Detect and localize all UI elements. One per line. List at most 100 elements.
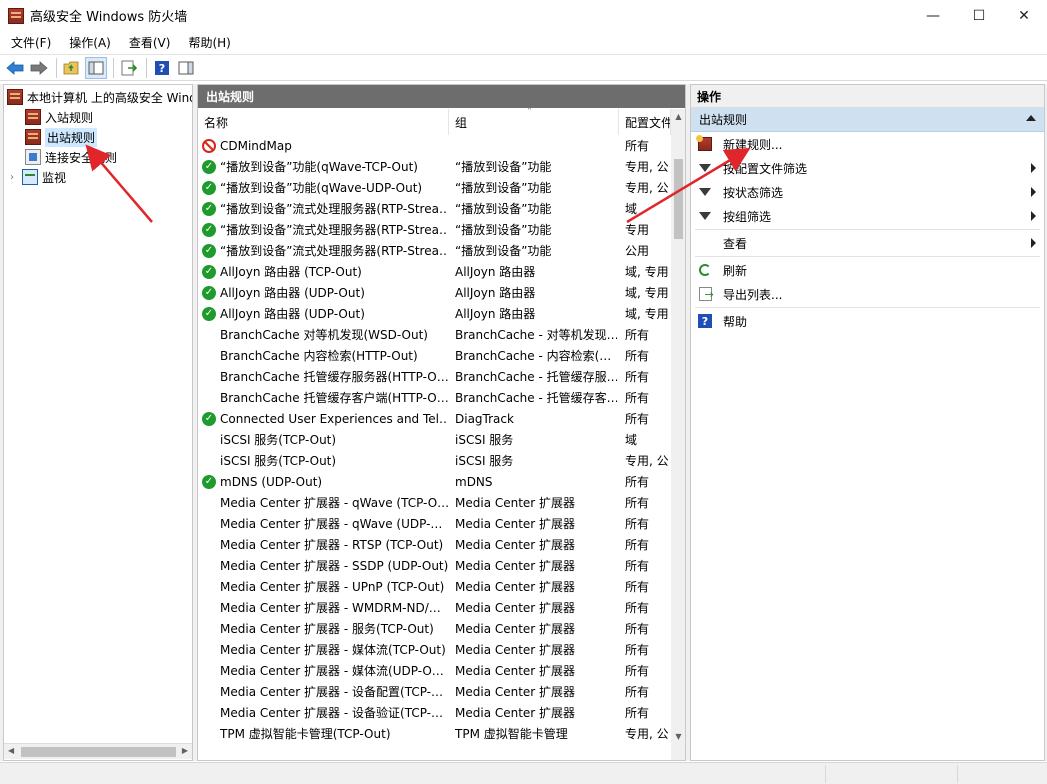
menu-action[interactable]: 操作(A) [58, 34, 118, 51]
action-item[interactable]: 导出列表... [691, 282, 1044, 306]
table-row[interactable]: Media Center 扩展器 - RTSP (TCP-Out) Media C… [198, 534, 670, 555]
tree-root[interactable]: 本地计算机 上的高级安全 Windows 防火墙 [7, 87, 192, 107]
show-hide-tree-icon[interactable] [85, 56, 107, 79]
rule-group: “播放到设备”功能 [455, 181, 552, 195]
table-row[interactable]: TPM 虚拟智能卡管理(TCP-Out) TPM 虚拟智能卡管理 专用, 公 [198, 723, 670, 744]
submenu-arrow-icon [1031, 238, 1036, 248]
disabled-rule-icon [202, 601, 216, 615]
export-icon[interactable] [118, 57, 140, 79]
table-row[interactable]: Media Center 扩展器 - 媒体流(UDP-O… Media Cente… [198, 660, 670, 681]
table-row[interactable]: ✓ “播放到设备”功能(qWave-UDP-Out) “播放到设备”功能 专用, 公 [198, 177, 670, 198]
table-row[interactable]: ✓ “播放到设备”流式处理服务器(RTP-Strea… “播放到设备”功能 专用 [198, 219, 670, 240]
action-item[interactable]: 刷新 [691, 258, 1044, 282]
table-row[interactable]: Media Center 扩展器 - SSDP (UDP-Out) Media C… [198, 555, 670, 576]
table-row[interactable]: ✓ Connected User Experiences and Tel… Diag… [198, 408, 670, 429]
action-pane-icon[interactable] [175, 57, 197, 79]
list-pane-title: 出站规则 [198, 85, 685, 108]
status-segment [957, 765, 1045, 783]
cell-name: ✓ “播放到设备”流式处理服务器(RTP-Strea… [202, 221, 448, 238]
table-row[interactable]: ✓ AllJoyn 路由器 (UDP-Out) AllJoyn 路由器 域, 专用 [198, 282, 670, 303]
rule-group: “播放到设备”功能 [455, 160, 552, 174]
rule-profile: 域, 专用 [625, 265, 669, 279]
rule-profile: 所有 [625, 706, 650, 720]
tree-item-inbound-rules[interactable]: 入站规则 [25, 107, 93, 127]
table-row[interactable]: iSCSI 服务(TCP-Out) iSCSI 服务 域 [198, 429, 670, 450]
table-row[interactable]: BranchCache 托管缓存客户端(HTTP-O… BranchCache -… [198, 387, 670, 408]
allow-check-icon: ✓ [202, 243, 216, 258]
actions-section-outbound-rules[interactable]: 出站规则 [691, 108, 1044, 132]
menu-help[interactable]: 帮助(H) [177, 34, 237, 51]
table-row[interactable]: ✓ “播放到设备”流式处理服务器(RTP-Strea… “播放到设备”功能 域 [198, 198, 670, 219]
table-row[interactable]: CDMindMap 所有 [198, 135, 670, 156]
table-row[interactable]: Media Center 扩展器 - 服务(TCP-Out) Media Cent… [198, 618, 670, 639]
scroll-up-arrow-icon[interactable]: ▲ [671, 109, 685, 124]
table-row[interactable]: ✓ AllJoyn 路由器 (UDP-Out) AllJoyn 路由器 域, 专用 [198, 303, 670, 324]
table-row[interactable]: iSCSI 服务(TCP-Out) iSCSI 服务 专用, 公 [198, 450, 670, 471]
table-row[interactable]: Media Center 扩展器 - qWave (TCP-O… Media Ce… [198, 492, 670, 513]
list-vertical-scrollbar[interactable]: ▲ ▼ [671, 109, 685, 760]
table-row[interactable]: ✓ “播放到设备”功能(qWave-TCP-Out) “播放到设备”功能 专用, 公 [198, 156, 670, 177]
scroll-down-arrow-icon[interactable]: ▼ [671, 729, 685, 744]
rule-name: Media Center 扩展器 - UPnP (TCP-Out) [220, 580, 445, 594]
tree-item-monitoring[interactable]: › 监视 [10, 167, 66, 187]
minimize-button[interactable]: — [910, 0, 956, 31]
tree-item-label: 监视 [42, 170, 67, 185]
table-row[interactable]: BranchCache 托管缓存服务器(HTTP-O… BranchCache -… [198, 366, 670, 387]
action-item[interactable]: ? 帮助 [691, 309, 1044, 333]
disabled-rule-icon [202, 370, 216, 384]
submenu-arrow-icon [1031, 187, 1036, 197]
table-row[interactable]: BranchCache 内容检索(HTTP-Out) BranchCache - … [198, 345, 670, 366]
cell-name: iSCSI 服务(TCP-Out) [202, 452, 448, 469]
menu-file[interactable]: 文件(F) [0, 34, 58, 51]
rule-profile: 域 [625, 433, 638, 447]
table-row[interactable]: Media Center 扩展器 - 设备验证(TCP-… Media Cente… [198, 702, 670, 723]
table-row[interactable]: Media Center 扩展器 - UPnP (TCP-Out) Media C… [198, 576, 670, 597]
up-folder-icon[interactable] [61, 57, 83, 79]
rule-name: AllJoyn 路由器 (TCP-Out) [220, 265, 362, 279]
tree-item-connection-security-rules[interactable]: 连接安全规则 [25, 147, 117, 167]
disabled-rule-icon [202, 664, 216, 678]
help-icon[interactable]: ? [151, 57, 173, 79]
rule-group: BranchCache - 托管缓存服… [455, 370, 617, 384]
close-button[interactable]: ✕ [1001, 0, 1047, 31]
column-header-profile[interactable]: 配置文件 [619, 109, 671, 135]
menu-view[interactable]: 查看(V) [118, 34, 178, 51]
rule-group: Media Center 扩展器 [455, 643, 576, 657]
rule-name: “播放到设备”流式处理服务器(RTP-Strea… [220, 244, 448, 258]
tree-horizontal-scrollbar[interactable]: ◀ ▶ [4, 743, 192, 759]
rule-profile: 所有 [625, 391, 650, 405]
table-row[interactable]: Media Center 扩展器 - WMDRM-ND/… Media Cente… [198, 597, 670, 618]
forward-icon[interactable] [28, 57, 50, 79]
filter-icon [697, 160, 713, 176]
action-item[interactable]: 按组筛选 [691, 204, 1044, 228]
table-row[interactable]: ✓ AllJoyn 路由器 (TCP-Out) AllJoyn 路由器 域, 专用 [198, 261, 670, 282]
allow-check-icon: ✓ [202, 180, 216, 195]
action-item[interactable]: 查看 [691, 231, 1044, 255]
actions-separator [695, 307, 1040, 308]
chevron-right-icon[interactable]: › [10, 172, 22, 183]
maximize-button[interactable]: ☐ [956, 0, 1002, 31]
rules-table-body: CDMindMap 所有 ✓ “播放到设备”功能(qWave-TCP-Out) “播放到… [198, 135, 670, 744]
filter-icon [697, 208, 713, 224]
scrollbar-thumb[interactable] [21, 747, 176, 757]
table-row[interactable]: Media Center 扩展器 - 媒体流(TCP-Out) Media Cen… [198, 639, 670, 660]
action-item[interactable]: 按状态筛选 [691, 180, 1044, 204]
rule-profile: 专用, 公 [625, 181, 669, 195]
rule-name: BranchCache 内容检索(HTTP-Out) [220, 349, 418, 363]
scrollbar-thumb[interactable] [674, 159, 683, 239]
action-item[interactable]: 按配置文件筛选 [691, 156, 1044, 180]
back-icon[interactable] [4, 57, 26, 79]
scroll-right-arrow-icon[interactable]: ▶ [182, 746, 188, 755]
action-item[interactable]: 新建规则... [691, 132, 1044, 156]
column-header-name[interactable]: 名称 [198, 109, 449, 135]
table-row[interactable]: Media Center 扩展器 - qWave (UDP-… Media Cen… [198, 513, 670, 534]
scroll-left-arrow-icon[interactable]: ◀ [8, 746, 14, 755]
collapse-icon[interactable] [1026, 115, 1036, 121]
allow-check-icon: ✓ [202, 264, 216, 279]
table-row[interactable]: ✓ mDNS (UDP-Out) mDNS 所有 [198, 471, 670, 492]
column-header-group[interactable]: 组 ˄ [449, 107, 619, 135]
tree-item-outbound-rules[interactable]: 出站规则 [25, 127, 98, 147]
table-row[interactable]: BranchCache 对等机发现(WSD-Out) BranchCache - … [198, 324, 670, 345]
table-row[interactable]: ✓ “播放到设备”流式处理服务器(RTP-Strea… “播放到设备”功能 公用 [198, 240, 670, 261]
table-row[interactable]: Media Center 扩展器 - 设备配置(TCP-… Media Cente… [198, 681, 670, 702]
